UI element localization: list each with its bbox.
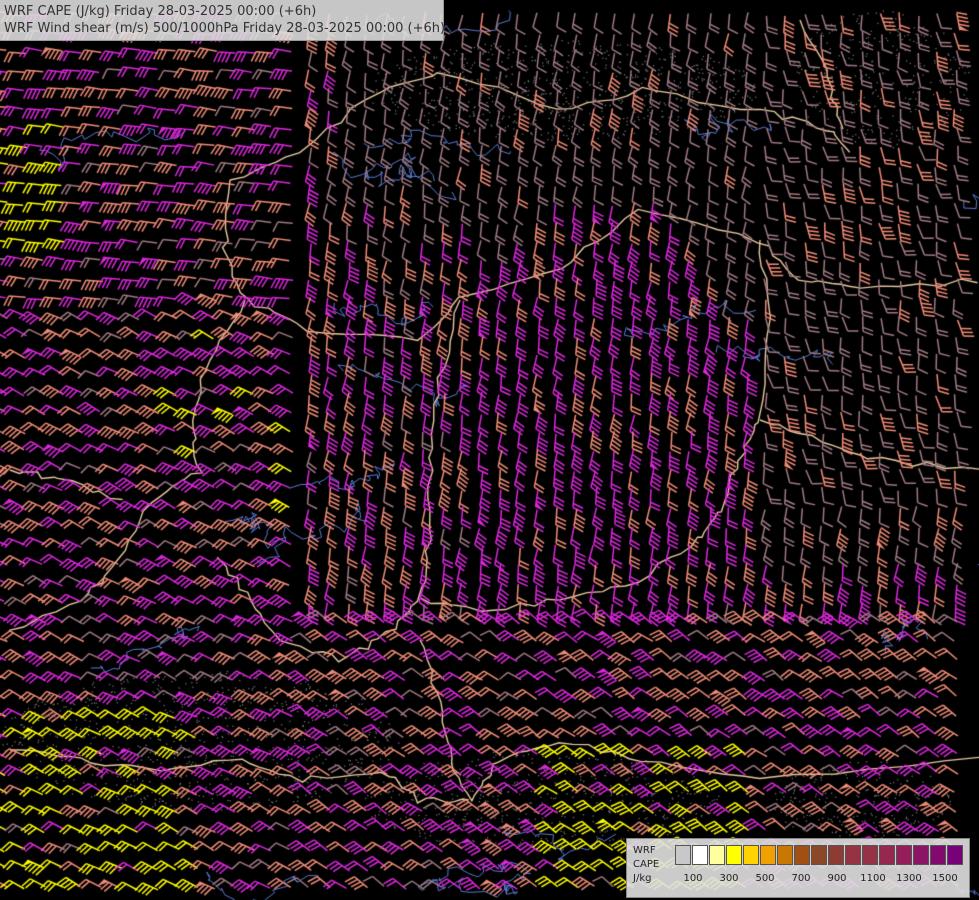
cape-title: WRF CAPE (J/kg) Friday 28-03-2025 00:00 … <box>4 4 317 19</box>
legend-label-model: WRF <box>633 845 656 856</box>
legend-swatch <box>930 845 946 865</box>
legend-swatch <box>913 845 929 865</box>
legend-swatch <box>828 845 844 865</box>
legend-tick: 100 <box>683 873 703 884</box>
legend-ticks: 100 300 500 700 900 1100 1300 1500 <box>675 873 965 887</box>
legend-tick: 1300 <box>896 873 922 884</box>
legend-tick: 300 <box>719 873 739 884</box>
legend-swatch <box>692 845 708 865</box>
legend-swatch <box>777 845 793 865</box>
legend-tick: 700 <box>791 873 811 884</box>
legend-tick: 900 <box>827 873 847 884</box>
wind-shear-title: WRF Wind shear (m/s) 500/1000hPa Friday … <box>4 21 446 36</box>
legend-swatch <box>862 845 878 865</box>
wind-shear-map[interactable] <box>0 0 979 900</box>
legend-label-unit: J/kg <box>633 873 652 884</box>
cape-legend: WRF CAPE J/kg 100 300 500 700 900 1100 1… <box>626 838 970 898</box>
legend-swatch <box>726 845 742 865</box>
legend-swatch <box>709 845 725 865</box>
legend-swatch <box>947 845 963 865</box>
legend-swatch <box>760 845 776 865</box>
legend-tick: 1100 <box>860 873 886 884</box>
title-box: WRF CAPE (J/kg) Friday 28-03-2025 00:00 … <box>0 0 446 41</box>
legend-tick: 500 <box>755 873 775 884</box>
legend-swatch <box>896 845 912 865</box>
legend-swatch <box>811 845 827 865</box>
legend-swatch <box>675 845 691 865</box>
legend-label-field: CAPE <box>633 859 660 870</box>
legend-swatch <box>743 845 759 865</box>
legend-tick: 1500 <box>932 873 958 884</box>
legend-swatch <box>879 845 895 865</box>
legend-swatch <box>845 845 861 865</box>
legend-color-scale <box>675 845 964 865</box>
legend-swatch <box>794 845 810 865</box>
